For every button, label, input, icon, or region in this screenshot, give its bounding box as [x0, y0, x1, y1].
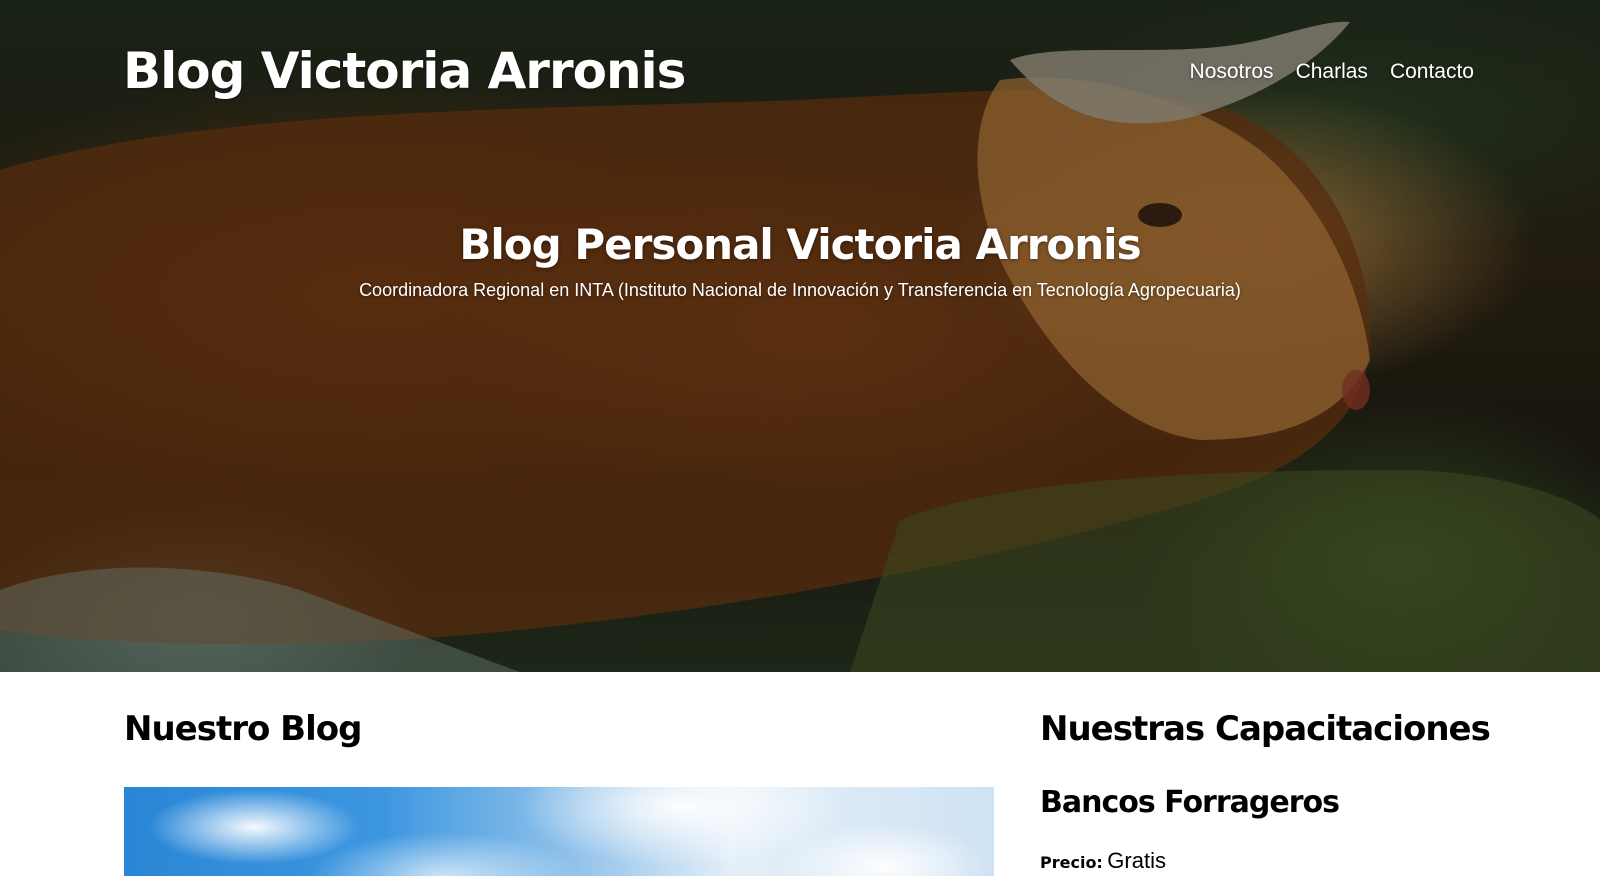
nav-link-contacto[interactable]: Contacto [1390, 60, 1474, 84]
main-nav: Nosotros Charlas Contacto [1190, 60, 1474, 84]
trainings-heading: Nuestras Capacitaciones [1040, 709, 1491, 749]
hero-overlay [0, 0, 1600, 672]
hero-subtitle: Coordinadora Regional en INTA (Instituto… [359, 280, 1241, 300]
hero-header: Blog Victoria Arronis Nosotros Charlas C… [0, 0, 1600, 672]
hero-heading: Blog Personal Victoria Arronis [459, 220, 1141, 269]
course-price: Precio: Gratis [1040, 850, 1166, 872]
blog-post-image[interactable] [124, 787, 994, 876]
nav-link-nosotros[interactable]: Nosotros [1190, 60, 1274, 84]
nav-link-charlas[interactable]: Charlas [1296, 60, 1368, 84]
price-label: Precio: [1040, 853, 1103, 872]
course-title[interactable]: Bancos Forrageros [1040, 788, 1340, 818]
blog-heading: Nuestro Blog [124, 709, 362, 749]
price-value: Gratis [1107, 848, 1166, 873]
site-title[interactable]: Blog Victoria Arronis [123, 42, 686, 100]
main-content: Nuestro Blog Nuestras Capacitaciones Ban… [0, 672, 1600, 876]
